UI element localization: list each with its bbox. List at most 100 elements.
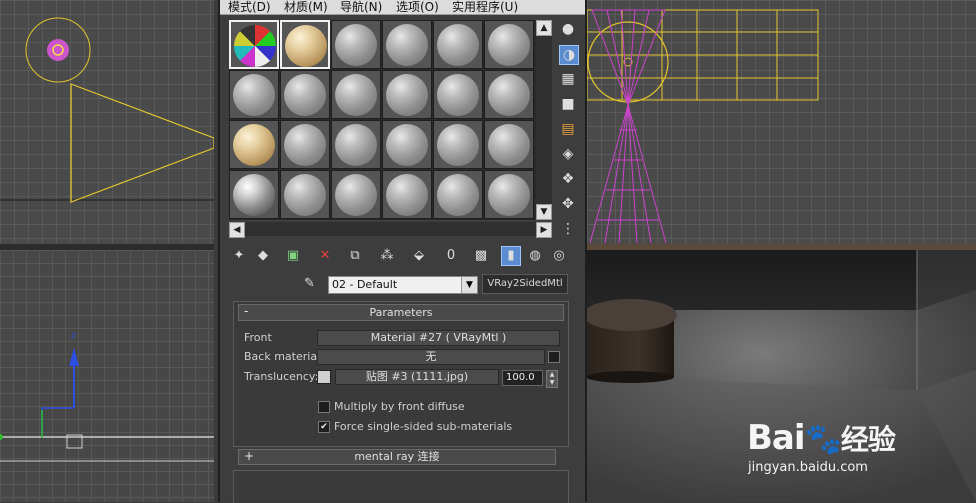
scroll-down-icon[interactable]: ▼ (536, 204, 552, 220)
material-sphere (386, 24, 428, 66)
sample-slot[interactable] (382, 20, 432, 69)
reset-map-icon[interactable]: ✕ (315, 246, 335, 266)
show-end-result-icon[interactable]: ▮ (501, 246, 521, 266)
sample-slot[interactable] (331, 120, 381, 169)
material-id-channel-icon[interactable]: 0 (441, 246, 461, 266)
material-sphere (335, 74, 377, 116)
back-material-button[interactable]: 无 (317, 349, 545, 365)
spinner-arrows-icon[interactable]: ▲ ▼ (546, 370, 558, 388)
sample-slot[interactable] (229, 170, 279, 219)
go-forward-to-sibling-icon[interactable]: ◎ (549, 246, 569, 266)
viewport-top-left[interactable] (0, 0, 214, 244)
put-to-library-icon[interactable]: ⬙ (409, 246, 429, 266)
select-by-material-icon[interactable]: ✥ (559, 195, 577, 213)
sample-slot[interactable] (433, 20, 483, 69)
material-sphere (386, 124, 428, 166)
make-unique-icon[interactable]: ⁂ (377, 246, 397, 266)
backlight-icon[interactable]: ◑ (559, 45, 579, 65)
sample-slot[interactable] (484, 70, 534, 119)
material-name-combobox[interactable]: 02 - Default ▼ (328, 276, 478, 294)
show-map-in-viewport-icon[interactable]: ▩ (471, 246, 491, 266)
sample-slot[interactable] (433, 70, 483, 119)
sample-slot[interactable] (382, 120, 432, 169)
menu-material[interactable]: 材质(M) (284, 0, 328, 15)
material-sphere (488, 74, 530, 116)
sample-slot[interactable] (280, 120, 330, 169)
watermark-url: jingyan.baidu.com (748, 460, 868, 475)
translucency-color-swatch[interactable] (317, 370, 331, 384)
sample-slot[interactable] (229, 120, 279, 169)
menu-navigation[interactable]: 导航(N) (340, 0, 382, 15)
material-sphere (437, 174, 479, 216)
rollout-area-lower (233, 470, 569, 503)
mental-ray-label: mental ray 连接 (354, 450, 440, 463)
menu-bar: 模式(D) 材质(M) 导航(N) 选项(O) 实用程序(U) (220, 0, 585, 15)
front-material-button[interactable]: Material #27 ( VRayMtl ) (317, 330, 560, 346)
chevron-down-icon[interactable]: ▼ (461, 277, 477, 293)
viewport-top-right-scene (587, 9, 819, 244)
viewport-bottom-left[interactable]: z (0, 250, 214, 502)
parameters-title: Parameters (369, 306, 433, 319)
viewport-perspective-render[interactable]: Bai🐾经验 jingyan.baidu.com (587, 250, 976, 502)
material-type-button[interactable]: VRay2SidedMtl (482, 274, 568, 294)
sample-slot[interactable] (433, 120, 483, 169)
material-sphere (233, 124, 275, 166)
svg-text:z: z (71, 331, 76, 341)
material-sphere (284, 174, 326, 216)
force-single-sided-checkbox[interactable]: ✔ (318, 421, 330, 433)
options-icon[interactable]: ❖ (559, 170, 577, 188)
viewport-bottom-left-scene: z (0, 331, 214, 462)
scroll-right-icon[interactable]: ▶ (536, 222, 552, 238)
translucency-amount-input[interactable]: 100.0 (502, 370, 543, 386)
material-sphere (437, 74, 479, 116)
collapse-sign[interactable]: - (244, 304, 248, 318)
parameters-rollout-header[interactable]: Parameters (238, 304, 564, 321)
material-map-navigator-icon[interactable]: ⋮ (559, 220, 577, 238)
material-sphere (488, 174, 530, 216)
translucency-map-button[interactable]: 贴图 #3 (1111.jpg) (335, 369, 499, 385)
sample-slot[interactable] (229, 70, 279, 119)
assign-to-selection-icon[interactable]: ▣ (283, 246, 303, 266)
viewport-top-right[interactable] (587, 0, 976, 244)
sample-slot[interactable] (484, 170, 534, 219)
front-label: Front (244, 331, 272, 344)
sample-slot[interactable] (280, 170, 330, 219)
sample-slot[interactable] (484, 120, 534, 169)
pick-material-eyedropper-icon[interactable]: ✎ (304, 276, 320, 292)
video-color-check-icon[interactable]: ▤ (559, 120, 577, 138)
expand-sign[interactable]: + (244, 449, 254, 463)
force-single-sided-label: Force single-sided sub-materials (334, 420, 513, 433)
sample-slot[interactable] (382, 70, 432, 119)
background-checker-icon[interactable]: ▦ (559, 70, 577, 88)
material-sphere (233, 174, 275, 216)
menu-options[interactable]: 选项(O) (396, 0, 439, 15)
get-material-icon[interactable]: ✦ (229, 246, 249, 266)
make-preview-icon[interactable]: ◈ (559, 145, 577, 163)
menu-mode[interactable]: 模式(D) (228, 0, 271, 15)
scroll-up-icon[interactable]: ▲ (536, 20, 552, 36)
mental-ray-rollout-header[interactable]: mental ray 连接 (238, 449, 556, 465)
sample-slot[interactable] (331, 70, 381, 119)
slots-vertical-scrollbar[interactable]: ▲ ▼ (536, 20, 552, 220)
sample-type-sphere-icon[interactable]: ● (559, 20, 577, 38)
material-editor-toolbar: ✦ ◆ ▣ ✕ ⧉ ⁂ ⬙ 0 ▩ ▮ ◍ ◎ (229, 246, 574, 268)
multiply-by-front-diffuse-label: Multiply by front diffuse (334, 400, 465, 413)
sample-slot[interactable] (331, 170, 381, 219)
sample-slot[interactable] (484, 20, 534, 69)
sample-uv-tiling-icon[interactable]: ■ (559, 95, 577, 113)
sample-slot[interactable] (280, 70, 330, 119)
slots-horizontal-scrollbar[interactable]: ◀ ▶ (229, 222, 552, 238)
go-to-parent-icon[interactable]: ◍ (525, 246, 545, 266)
back-material-enable-checkbox[interactable] (548, 351, 560, 363)
sample-slot[interactable] (382, 170, 432, 219)
put-to-scene-icon[interactable]: ◆ (253, 246, 273, 266)
menu-utilities[interactable]: 实用程序(U) (452, 0, 518, 15)
sample-slot[interactable] (433, 170, 483, 219)
material-sphere (437, 24, 479, 66)
copy-material-icon[interactable]: ⧉ (345, 246, 365, 266)
sample-slot[interactable] (229, 20, 279, 69)
multiply-by-front-diffuse-checkbox[interactable] (318, 401, 330, 413)
sample-slot[interactable] (331, 20, 381, 69)
scroll-left-icon[interactable]: ◀ (229, 222, 245, 238)
sample-slot-active[interactable] (280, 20, 330, 69)
